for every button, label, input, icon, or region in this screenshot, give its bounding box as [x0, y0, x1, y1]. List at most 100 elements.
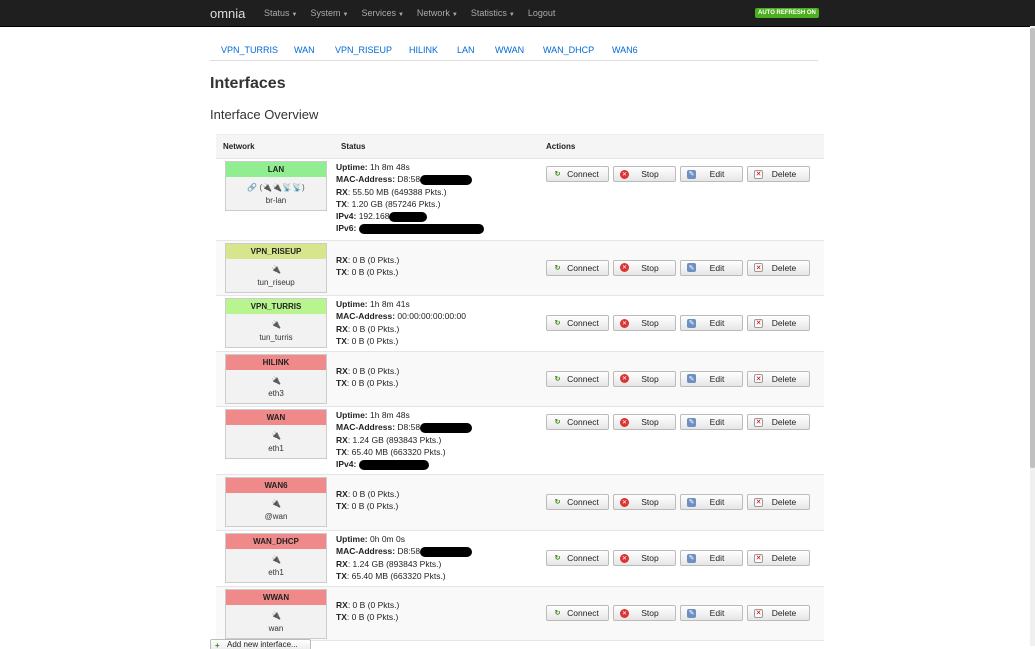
edit-button[interactable]: ✎ Edit [680, 370, 743, 387]
status-mac: MAC-Address: D8:58 [336, 173, 484, 186]
interface-device: eth1 [268, 444, 284, 453]
stop-button[interactable]: ✕ Stop [613, 550, 676, 566]
interface-device-area: 🔌 wan [226, 605, 326, 638]
menu-logout[interactable]: Logout [528, 0, 556, 26]
stop-button[interactable]: ✕ Stop [613, 315, 676, 331]
menu-statistics[interactable]: Statistics ▼ [471, 0, 515, 26]
interface-name: WWAN [226, 590, 326, 605]
stop-button[interactable]: ✕ Stop [613, 166, 676, 182]
status-rx: RX: 0 B (0 Pkts.) [336, 600, 400, 611]
redacted-mask [389, 211, 428, 222]
edit-button[interactable]: ✎ Edit [680, 259, 743, 276]
delete-button[interactable]: ✕ Delete [747, 370, 810, 387]
stop-label: Stop [641, 373, 659, 384]
add-interface-button[interactable]: + Add new interface... [210, 639, 311, 649]
delete-button[interactable]: ✕ Delete [747, 315, 810, 331]
status-ipv6: IPv6: [336, 222, 484, 235]
interface-status: RX: 0 B (0 Pkts.) TX: 0 B (0 Pkts.) [336, 365, 399, 390]
main-menu: Status ▼ System ▼ Services ▼ Network ▼ Stati… [264, 0, 568, 26]
menu-status[interactable]: Status ▼ [264, 0, 297, 26]
delete-button[interactable]: ✕ Delete [747, 605, 810, 621]
edit-button[interactable]: ✎ Edit [680, 550, 743, 566]
status-value: 0h 0m 0s [370, 534, 405, 544]
delete-button[interactable]: ✕ Delete [747, 166, 810, 182]
connect-button[interactable]: ↻ Connect [546, 315, 609, 331]
status-value: 1h 8m 48s [370, 410, 410, 420]
stop-label: Stop [641, 553, 659, 563]
add-icon: + [215, 641, 220, 649]
edit-label: Edit [709, 608, 725, 618]
tab-lan[interactable]: LAN [457, 45, 475, 55]
interface-badge: WAN_DHCP 🔌 eth1 [225, 533, 327, 583]
connect-button[interactable]: ↻ Connect [546, 259, 609, 276]
edit-button[interactable]: ✎ Edit [680, 166, 743, 182]
status-mac: MAC-Address: D8:58 [336, 421, 473, 434]
delete-icon: ✕ [754, 374, 763, 383]
section-title: Interface Overview [210, 107, 319, 122]
connect-icon: ↻ [554, 264, 561, 272]
connect-button[interactable]: ↻ Connect [546, 414, 609, 430]
stop-button[interactable]: ✕ Stop [613, 494, 676, 510]
edit-button[interactable]: ✎ Edit [680, 315, 743, 331]
status-rx: RX: 0 B (0 Pkts.) [336, 254, 400, 265]
redacted-mask [358, 459, 429, 470]
delete-button[interactable]: ✕ Delete [747, 414, 810, 430]
status-value: 65.40 MB (663320 Pkts.) [351, 570, 446, 581]
delete-label: Delete [771, 373, 797, 384]
edit-button[interactable]: ✎ Edit [680, 605, 743, 621]
stop-icon: ✕ [620, 318, 629, 328]
scrollbar-thumb[interactable] [1030, 28, 1035, 468]
edit-icon: ✎ [687, 417, 696, 427]
stop-button[interactable]: ✕ Stop [613, 414, 676, 430]
stop-button[interactable]: ✕ Stop [613, 605, 676, 621]
stop-button[interactable]: ✕ Stop [613, 259, 676, 276]
delete-button[interactable]: ✕ Delete [747, 550, 810, 566]
stop-label: Stop [641, 262, 659, 273]
page-scrollbar[interactable] [1030, 26, 1035, 646]
edit-icon: ✎ [687, 608, 696, 618]
delete-button[interactable]: ✕ Delete [747, 259, 810, 276]
edit-label: Edit [709, 318, 725, 328]
status-label: MAC-Address: [336, 174, 396, 185]
tab-hilink[interactable]: HILINK [409, 45, 438, 55]
auto-refresh-badge[interactable]: AUTO REFRESH ON [755, 8, 819, 18]
status-label: RX [336, 186, 348, 197]
delete-label: Delete [771, 169, 797, 179]
edit-button[interactable]: ✎ Edit [680, 414, 743, 430]
brand-logo[interactable]: omnia [210, 6, 245, 21]
interface-status: Uptime: 1h 8m 41s MAC-Address: 00:00:00:0… [336, 298, 466, 347]
connect-button[interactable]: ↻ Connect [546, 605, 609, 621]
network-port-icon: 🔌 [271, 555, 281, 564]
edit-button[interactable]: ✎ Edit [680, 494, 743, 510]
table-row: WAN6 🔌 @wan RX: 0 B (0 Pkts.) TX: 0 B (0 Pkt… [216, 475, 824, 531]
connect-button[interactable]: ↻ Connect [546, 166, 609, 182]
connect-label: Connect [567, 373, 599, 384]
status-mac: MAC-Address: 00:00:00:00:00:00 [336, 310, 466, 322]
interface-device-area: 🔌 eth1 [226, 425, 326, 458]
tab-wan[interactable]: WAN [294, 45, 315, 55]
connect-button[interactable]: ↻ Connect [546, 550, 609, 566]
status-label: TX [336, 377, 347, 388]
edit-label: Edit [709, 417, 725, 427]
tab-vpn-riseup[interactable]: VPN_RISEUP [335, 45, 392, 55]
menu-network[interactable]: Network ▼ [417, 0, 458, 26]
interface-device: br-lan [265, 196, 287, 205]
tab-wwan[interactable]: WWAN [495, 45, 524, 55]
interface-status: RX: 0 B (0 Pkts.) TX: 0 B (0 Pkts.) [336, 488, 399, 513]
menu-services[interactable]: Services ▼ [361, 0, 403, 26]
connect-button[interactable]: ↻ Connect [546, 370, 609, 387]
connect-label: Connect [567, 553, 599, 563]
connect-button[interactable]: ↻ Connect [546, 494, 609, 510]
delete-label: Delete [771, 608, 797, 618]
menu-system[interactable]: System ▼ [310, 0, 348, 26]
stop-label: Stop [641, 417, 659, 427]
tab-wan6[interactable]: WAN6 [612, 45, 638, 55]
interface-table: Network Status Actions LAN 🔗 (🔌🔌📡📡) br-lan… [216, 134, 824, 641]
delete-button[interactable]: ✕ Delete [747, 494, 810, 510]
delete-label: Delete [771, 553, 797, 563]
status-value: 0 B (0 Pkts.) [352, 323, 400, 334]
stop-button[interactable]: ✕ Stop [613, 370, 676, 387]
tab-wan-dhcp[interactable]: WAN_DHCP [543, 45, 594, 55]
connect-icon: ↻ [554, 171, 561, 178]
tab-vpn-turris[interactable]: VPN_TURRIS [221, 45, 278, 55]
